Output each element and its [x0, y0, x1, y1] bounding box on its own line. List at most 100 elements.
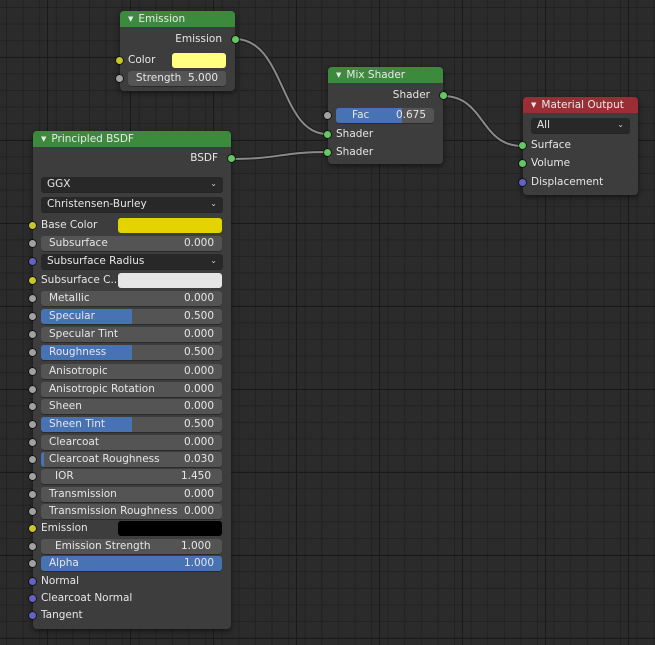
- input-socket-clearcoat-normal[interactable]: [29, 595, 36, 602]
- slider-value: 0.500: [183, 310, 214, 322]
- input-socket-subsurface-color[interactable]: [29, 277, 36, 284]
- slider-value: 0.000: [183, 488, 214, 500]
- input-socket-sheen-tint[interactable]: [29, 421, 36, 428]
- transmission-slider[interactable]: Transmission 0.000: [41, 487, 222, 502]
- input-socket-clearcoat-roughness[interactable]: [29, 456, 36, 463]
- mix-shader-node[interactable]: ▼ Mix Shader Shader Fac 0.675 Shader Shad…: [324, 67, 447, 164]
- sheen-slider[interactable]: Sheen 0.000: [41, 399, 222, 414]
- subsurface-slider[interactable]: Subsurface 0.000: [41, 236, 222, 251]
- base-color-swatch[interactable]: [118, 218, 222, 233]
- mix-shader-node-header[interactable]: ▼ Mix Shader: [328, 67, 443, 83]
- collapse-triangle-icon[interactable]: ▼: [336, 71, 341, 79]
- input-socket-strength[interactable]: [116, 75, 123, 82]
- input-socket-alpha[interactable]: [29, 560, 36, 567]
- input-socket-emission[interactable]: [29, 525, 36, 532]
- specular-slider[interactable]: Specular 0.500: [41, 309, 222, 324]
- input-socket-sheen[interactable]: [29, 403, 36, 410]
- transmission-row: Transmission 0.000: [29, 486, 231, 503]
- emission-node-header[interactable]: ▼ Emission: [120, 11, 235, 27]
- input-socket-color[interactable]: [116, 57, 123, 64]
- target-selected: All: [537, 119, 551, 131]
- material-output-node[interactable]: ▼ Material Output All ⌄ Surface Volume Di…: [519, 97, 638, 195]
- input-socket-ior[interactable]: [29, 473, 36, 480]
- emission-node[interactable]: ▼ Emission Emission Color Strength 5.000: [116, 11, 239, 91]
- subsurface-color-swatch[interactable]: [118, 273, 222, 288]
- slider-value: 0.000: [183, 292, 214, 304]
- slider-label: Subsurface: [49, 237, 108, 249]
- collapse-triangle-icon[interactable]: ▼: [41, 135, 46, 143]
- input-socket-roughness[interactable]: [29, 349, 36, 356]
- input-socket-base-color[interactable]: [29, 222, 36, 229]
- specular-tint-row: Specular Tint 0.000: [29, 326, 231, 343]
- output-socket-emission[interactable]: [232, 36, 239, 43]
- strength-field[interactable]: Strength 5.000: [128, 71, 226, 86]
- specular-tint-slider[interactable]: Specular Tint 0.000: [41, 327, 222, 342]
- anisotropic-slider[interactable]: Anisotropic 0.000: [41, 364, 222, 379]
- principled-bsdf-node-header[interactable]: ▼ Principled BSDF: [33, 131, 231, 147]
- chevron-down-icon: ⌄: [210, 179, 217, 188]
- input-socket-emission-strength[interactable]: [29, 543, 36, 550]
- subsurface-color-row: Subsurface C...: [29, 272, 231, 289]
- anisotropic-rotation-slider[interactable]: Anisotropic Rotation 0.000: [41, 382, 222, 397]
- bsdf-output-row: BSDF: [33, 150, 235, 167]
- strength-label: Strength: [135, 72, 182, 84]
- input-socket-transmission-roughness[interactable]: [29, 508, 36, 515]
- roughness-slider[interactable]: Roughness 0.500: [41, 345, 222, 360]
- clearcoat-roughness-slider[interactable]: Clearcoat Roughness 0.030: [41, 452, 222, 467]
- output-socket-bsdf[interactable]: [228, 155, 235, 162]
- input-socket-surface[interactable]: [519, 142, 526, 149]
- input-socket-clearcoat[interactable]: [29, 439, 36, 446]
- input-socket[interactable]: [29, 240, 36, 247]
- input-socket-displacement[interactable]: [519, 179, 526, 186]
- slider-value: 0.000: [183, 505, 214, 517]
- input-socket-tangent[interactable]: [29, 612, 36, 619]
- fac-slider[interactable]: Fac 0.675: [336, 108, 434, 123]
- slider-label: Sheen Tint: [49, 418, 106, 430]
- clearcoat-slider[interactable]: Clearcoat 0.000: [41, 435, 222, 450]
- alpha-slider[interactable]: Alpha 1.000: [41, 556, 222, 571]
- input-socket-volume[interactable]: [519, 160, 526, 167]
- link-bsdf-to-mix-line: [230, 151, 328, 160]
- collapse-triangle-icon[interactable]: ▼: [128, 15, 133, 23]
- roughness-row: Roughness 0.500: [29, 344, 231, 361]
- output-socket-shader[interactable]: [440, 92, 447, 99]
- emission-color-swatch[interactable]: [118, 521, 222, 536]
- alpha-row: Alpha 1.000: [29, 555, 231, 572]
- collapse-triangle-icon[interactable]: ▼: [531, 101, 536, 109]
- metallic-slider[interactable]: Metallic 0.000: [41, 291, 222, 306]
- input-socket-anisotropic[interactable]: [29, 368, 36, 375]
- distribution-dropdown[interactable]: GGX ⌄: [41, 177, 223, 192]
- sheen-tint-slider[interactable]: Sheen Tint 0.500: [41, 417, 222, 432]
- slider-label: Anisotropic Rotation: [49, 383, 155, 395]
- slider-value: 0.000: [183, 383, 214, 395]
- input-socket-subsurface-radius[interactable]: [29, 258, 36, 265]
- sheen-tint-row: Sheen Tint 0.500: [29, 416, 231, 433]
- input-socket-transmission[interactable]: [29, 491, 36, 498]
- link-mix-to-output-line: [442, 95, 523, 147]
- principled-bsdf-node[interactable]: ▼ Principled BSDF BSDF GGX ⌄ Christensen-…: [29, 131, 235, 629]
- slider-value: 0.000: [183, 400, 214, 412]
- base-color-label: Base Color: [41, 219, 98, 231]
- input-socket-shader-2[interactable]: [324, 149, 331, 156]
- target-dropdown[interactable]: All ⌄: [531, 118, 630, 133]
- input-socket-specular-tint[interactable]: [29, 331, 36, 338]
- transmission-roughness-slider[interactable]: Transmission Roughness 0.000: [41, 504, 222, 519]
- input-socket-specular[interactable]: [29, 313, 36, 320]
- normal-row: Normal: [29, 573, 231, 590]
- input-socket-fac[interactable]: [324, 112, 331, 119]
- ior-slider[interactable]: IOR 1.450: [41, 469, 222, 484]
- input-socket-anisotropic-rotation[interactable]: [29, 386, 36, 393]
- input-socket-metallic[interactable]: [29, 295, 36, 302]
- subsurface-radius-dropdown[interactable]: Subsurface Radius ⌄: [41, 254, 223, 269]
- emission-strength-slider[interactable]: Emission Strength 1.000: [41, 539, 222, 554]
- distribution-selected: GGX: [47, 178, 71, 190]
- slider-value: 0.500: [183, 418, 214, 430]
- color-swatch[interactable]: [172, 53, 226, 68]
- strength-value: 5.000: [188, 72, 219, 84]
- slider-fill: [41, 452, 44, 467]
- input-socket-normal[interactable]: [29, 578, 36, 585]
- subsurface-method-dropdown[interactable]: Christensen-Burley ⌄: [41, 197, 223, 212]
- material-output-node-header[interactable]: ▼ Material Output: [523, 97, 638, 113]
- sheen-row: Sheen 0.000: [29, 398, 231, 415]
- input-socket-shader-1[interactable]: [324, 131, 331, 138]
